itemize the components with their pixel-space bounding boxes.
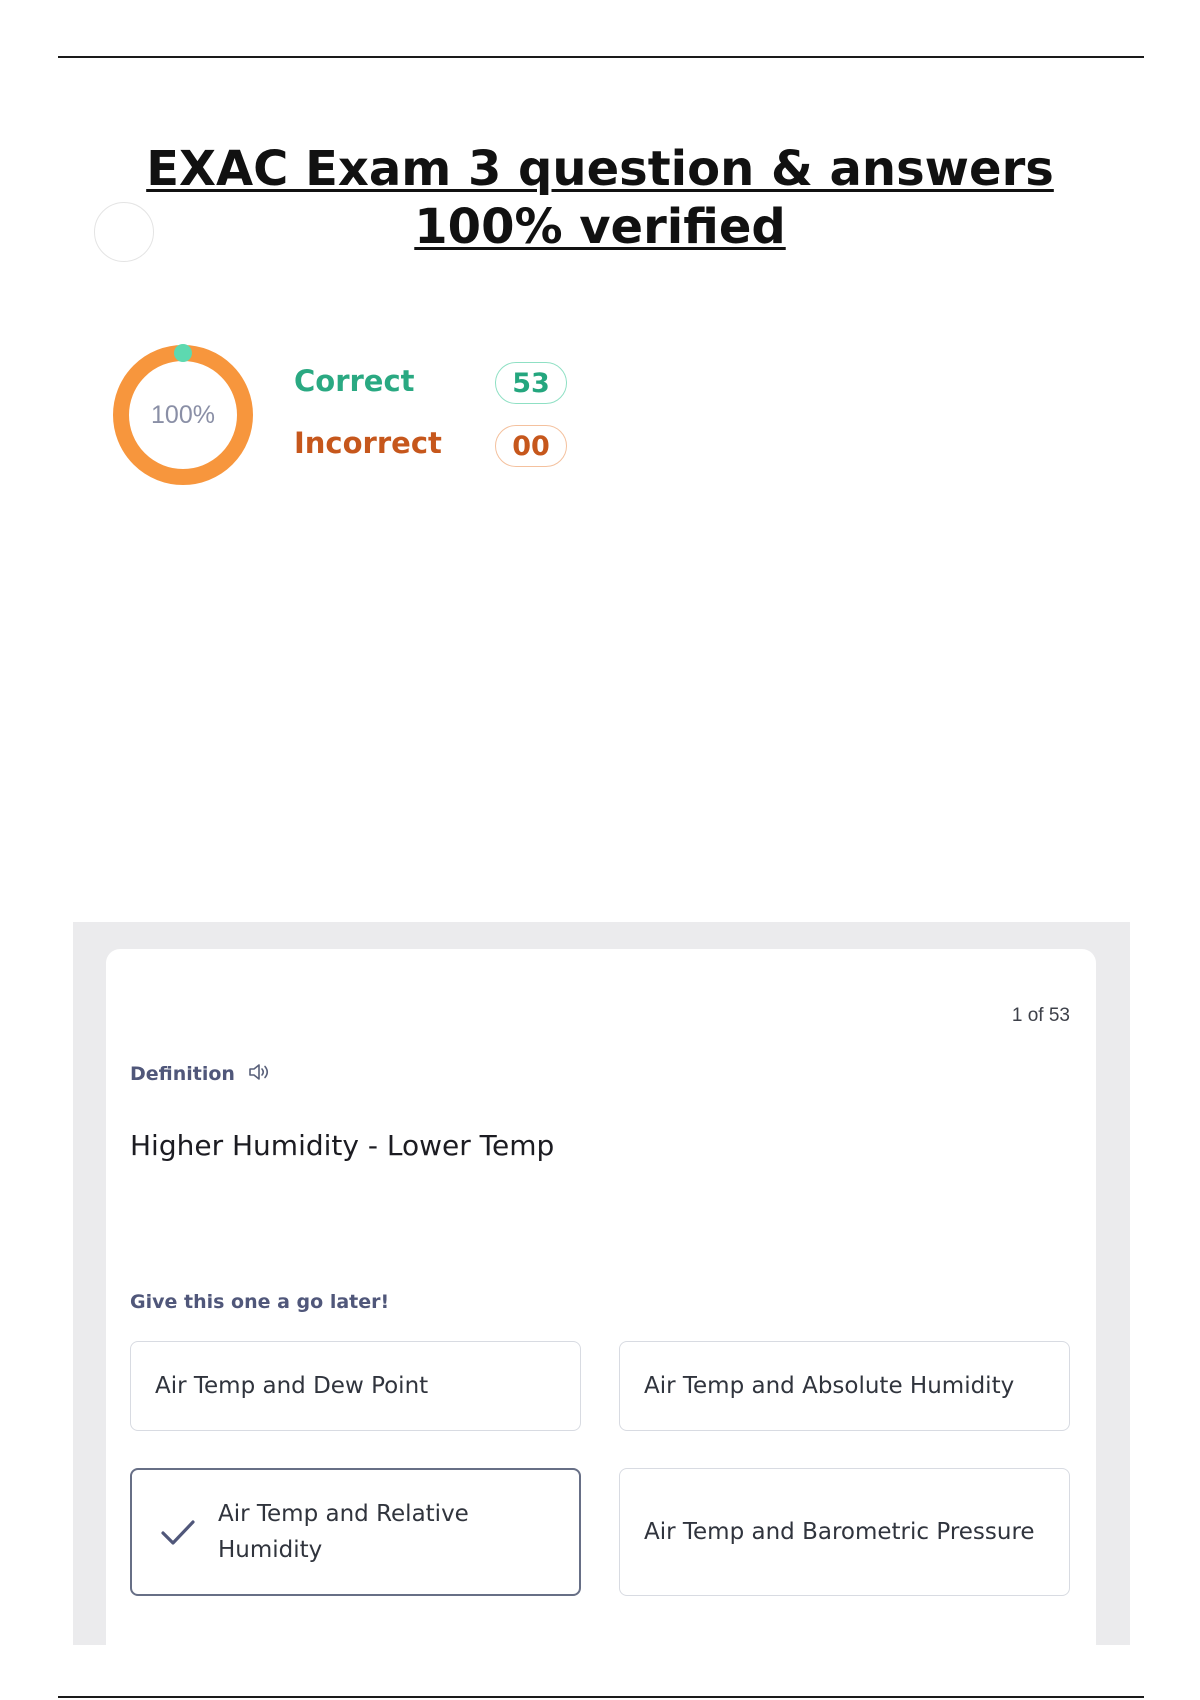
answer-option-label: Air Temp and Absolute Humidity [644,1373,1015,1399]
answer-option-3-selected[interactable]: Air Temp and Relative Humidity [130,1468,581,1596]
skip-for-later-link[interactable]: Give this one a go later! [130,1291,389,1313]
score-summary: 100% Correct 53 Incorrect 00 [110,342,580,488]
top-rule [58,56,1144,58]
correct-count-badge: 53 [495,362,567,404]
answer-option-label: Air Temp and Dew Point [155,1373,429,1399]
answer-option-label: Air Temp and Relative Humidity [218,1501,469,1563]
question-counter: 1 of 53 [1011,1005,1070,1026]
bottom-rule [58,1696,1144,1698]
faint-circle-mark [94,202,154,262]
flashcard-panel: 1 of 53 Definition Higher Humidity - Low… [73,922,1130,1645]
percent-label: 100% [151,400,215,429]
answer-option-4[interactable]: Air Temp and Barometric Pressure [619,1468,1070,1596]
incorrect-count-badge: 00 [495,425,567,467]
answer-option-1[interactable]: Air Temp and Dew Point [130,1341,581,1431]
question-card: 1 of 53 Definition Higher Humidity - Low… [106,949,1096,1645]
question-prompt: Higher Humidity - Lower Temp [130,1129,555,1162]
title-line-2: 100% verified [414,199,786,255]
speaker-icon[interactable] [246,1059,272,1085]
document-title: EXAC Exam 3 question & answers 100% veri… [100,140,1100,256]
incorrect-label: Incorrect [294,426,442,460]
title-line-1: EXAC Exam 3 question & answers [146,141,1054,197]
answer-option-label: Air Temp and Barometric Pressure [644,1519,1035,1545]
term-type-label: Definition [130,1063,235,1085]
answer-option-2[interactable]: Air Temp and Absolute Humidity [619,1341,1070,1431]
check-icon [161,1520,195,1545]
correct-label: Correct [294,364,415,398]
